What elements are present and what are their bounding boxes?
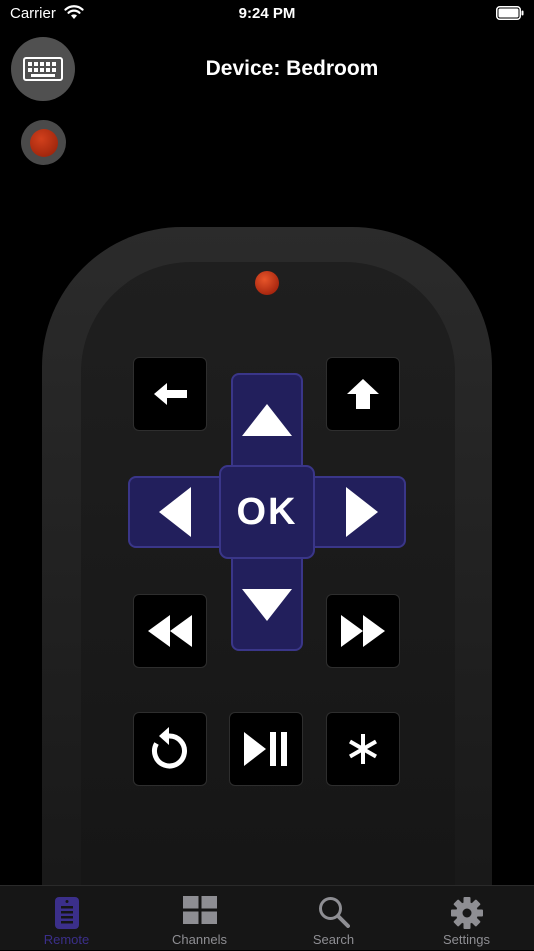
tab-bar: Remote Channels Search Settings — [0, 885, 534, 950]
replay-icon — [152, 727, 187, 769]
dpad-right-button[interactable] — [322, 476, 402, 548]
status-bar: Carrier 9:24 PM — [0, 0, 534, 28]
tab-remote[interactable]: Remote — [0, 886, 133, 951]
tab-remote-label: Remote — [43, 932, 90, 947]
fast-forward-icon — [341, 615, 385, 647]
tab-channels-label: Channels — [172, 932, 227, 947]
tab-search[interactable]: Search — [267, 886, 400, 951]
gear-icon — [450, 897, 483, 929]
battery-icon — [496, 6, 524, 20]
asterisk-icon — [349, 734, 377, 764]
home-button[interactable] — [326, 357, 400, 431]
chevron-up-icon — [242, 404, 292, 436]
channels-grid-icon — [182, 896, 217, 924]
fast-forward-button[interactable] — [326, 594, 400, 668]
rewind-button[interactable] — [133, 594, 207, 668]
chevron-right-icon — [346, 487, 378, 537]
remote-led-indicator — [255, 271, 279, 295]
ok-button[interactable]: OK — [219, 465, 315, 559]
play-pause-button[interactable] — [229, 712, 303, 786]
keyboard-icon — [23, 57, 63, 81]
tab-channels[interactable]: Channels — [133, 886, 266, 951]
record-dot-icon — [29, 128, 58, 157]
search-icon — [318, 897, 350, 928]
chevron-down-icon — [242, 589, 292, 621]
tab-settings[interactable]: Settings — [400, 886, 533, 951]
keyboard-button[interactable] — [11, 37, 75, 101]
page-title: Device: Bedroom — [205, 57, 379, 80]
remote-icon — [54, 897, 79, 929]
dpad-down-button[interactable] — [231, 570, 303, 640]
dpad-up-button[interactable] — [231, 385, 303, 455]
status-time: 9:24 PM — [238, 5, 296, 22]
replay-button[interactable] — [133, 712, 207, 786]
tab-search-label: Search — [312, 932, 355, 947]
back-button[interactable] — [133, 357, 207, 431]
record-button[interactable] — [21, 120, 66, 165]
dpad-left-button[interactable] — [135, 476, 215, 548]
chevron-left-icon — [159, 487, 191, 537]
rewind-icon — [148, 615, 192, 647]
tab-settings-label: Settings — [443, 932, 490, 947]
options-button[interactable] — [326, 712, 400, 786]
play-pause-icon — [244, 732, 287, 766]
home-up-arrow-icon — [347, 379, 379, 409]
back-arrow-icon — [154, 383, 187, 405]
